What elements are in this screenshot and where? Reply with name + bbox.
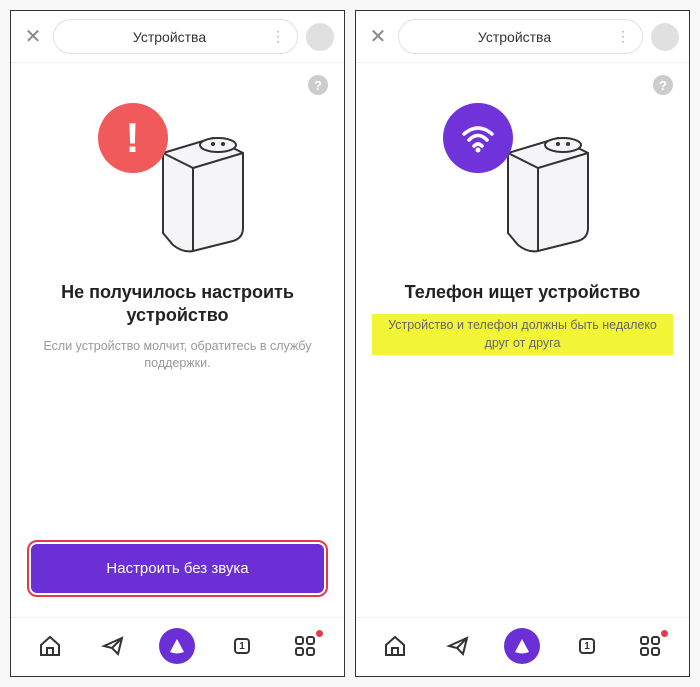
setup-without-sound-button[interactable]: Настроить без звука — [31, 544, 324, 593]
page-title: Устройства — [68, 29, 271, 45]
nav-tabs-icon[interactable]: 1 — [571, 630, 603, 662]
exclamation-icon: ! — [126, 114, 140, 162]
close-icon[interactable]: ✕ — [366, 24, 390, 49]
searching-heading: Телефон ищет устройство — [405, 281, 641, 304]
bottom-nav: 1 — [11, 617, 344, 676]
tab-count: 1 — [239, 641, 245, 652]
phone-screen-left: ✕ Устройства ⋮ ? ! Не получилось настрои… — [10, 10, 345, 677]
nav-home-icon[interactable] — [34, 630, 66, 662]
nav-send-icon[interactable] — [442, 630, 474, 662]
nav-send-icon[interactable] — [97, 630, 129, 662]
title-pill[interactable]: Устройства ⋮ — [398, 19, 643, 54]
top-bar: ✕ Устройства ⋮ — [356, 11, 689, 63]
close-icon[interactable]: ✕ — [21, 24, 45, 49]
tab-count: 1 — [584, 641, 590, 652]
more-vertical-icon[interactable]: ⋮ — [271, 28, 283, 45]
wifi-badge-icon — [443, 103, 513, 173]
nav-alice-icon[interactable] — [159, 628, 195, 664]
searching-subtext: Устройство и телефон должны быть недалек… — [372, 314, 673, 355]
illustration: ! — [88, 103, 268, 263]
nav-home-icon[interactable] — [379, 630, 411, 662]
illustration — [433, 103, 613, 263]
error-heading: Не получилось настроить устройство — [27, 281, 328, 328]
content-area: ? Телефон ищет устройство Устройство и — [356, 63, 689, 617]
avatar[interactable] — [651, 23, 679, 51]
error-badge-icon: ! — [98, 103, 168, 173]
nav-alice-icon[interactable] — [504, 628, 540, 664]
content-area: ? ! Не получилось настроить устройство Е… — [11, 63, 344, 617]
notification-dot-icon — [661, 630, 668, 637]
title-pill[interactable]: Устройства ⋮ — [53, 19, 298, 54]
nav-apps-icon[interactable] — [634, 630, 666, 662]
nav-tabs-icon[interactable]: 1 — [226, 630, 258, 662]
avatar[interactable] — [306, 23, 334, 51]
error-subtext: Если устройство молчит, обратитесь в слу… — [27, 338, 328, 373]
help-icon[interactable]: ? — [308, 75, 328, 95]
top-bar: ✕ Устройства ⋮ — [11, 11, 344, 63]
wifi-icon — [458, 118, 498, 158]
bottom-nav: 1 — [356, 617, 689, 676]
nav-apps-icon[interactable] — [289, 630, 321, 662]
help-icon[interactable]: ? — [653, 75, 673, 95]
phone-screen-right: ✕ Устройства ⋮ ? — [355, 10, 690, 677]
more-vertical-icon[interactable]: ⋮ — [616, 28, 628, 45]
notification-dot-icon — [316, 630, 323, 637]
page-title: Устройства — [413, 29, 616, 45]
